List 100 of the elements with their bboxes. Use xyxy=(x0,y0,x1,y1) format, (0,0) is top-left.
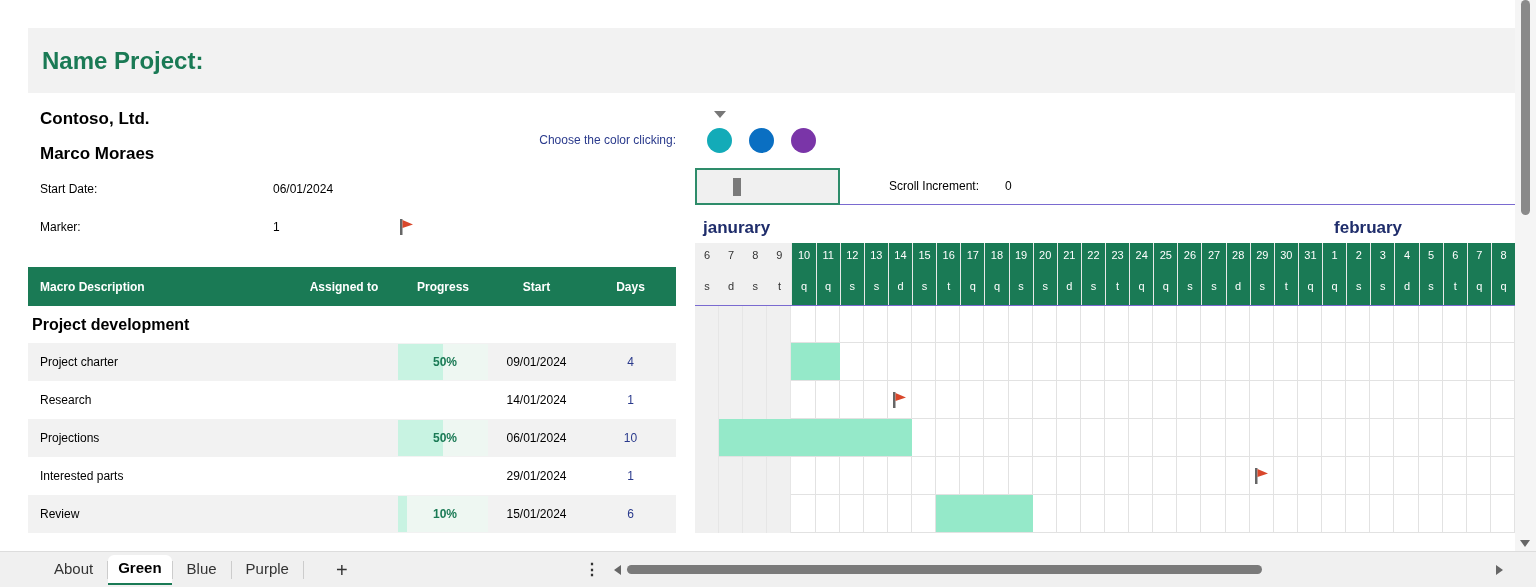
color-swatch[interactable] xyxy=(791,128,816,153)
section-title: Project development xyxy=(31,314,190,335)
weekday-letter: q xyxy=(993,279,1000,295)
start-date: 14/01/2024 xyxy=(505,392,568,409)
day-number: 24 xyxy=(1135,248,1148,264)
color-picker-label: Choose the color clicking: xyxy=(539,132,676,149)
start-date: 15/01/2024 xyxy=(505,506,568,523)
weekday-letter: s xyxy=(1259,279,1265,295)
field-label: Marker: xyxy=(40,219,82,236)
field-label: Start Date: xyxy=(40,181,99,198)
day-number: 20 xyxy=(1039,248,1052,264)
duration-days: 1 xyxy=(585,391,676,409)
day-number: 5 xyxy=(1428,248,1435,264)
weekday-letter: s xyxy=(1211,279,1217,295)
weekday-letter: q xyxy=(1138,279,1145,295)
day-number: 14 xyxy=(894,248,907,264)
task-name: Interested parts xyxy=(39,468,125,485)
more-options-button[interactable]: ⋮ xyxy=(583,557,600,582)
day-number: 2 xyxy=(1355,248,1362,264)
day-number: 8 xyxy=(1500,248,1507,264)
weekday-letter: s xyxy=(1187,279,1193,295)
project-title: Name Project: xyxy=(42,45,204,76)
day-number: 13 xyxy=(870,248,883,264)
day-number: 8 xyxy=(752,248,759,264)
weekday-letter: s xyxy=(1428,279,1434,295)
start-date: 09/01/2024 xyxy=(505,354,568,371)
weekday-letter: d xyxy=(1235,279,1242,295)
color-swatch[interactable] xyxy=(707,128,732,153)
scroll-control[interactable] xyxy=(695,167,840,205)
column-header: Progress xyxy=(416,278,470,296)
day-number: 28 xyxy=(1232,248,1245,264)
weekday-letter: s xyxy=(704,279,710,295)
day-number: 6 xyxy=(1452,248,1459,264)
progress-value: 10% xyxy=(432,506,457,523)
weekday-letter: d xyxy=(1066,279,1073,295)
duration-days: 1 xyxy=(585,467,676,485)
weekday-letter: d xyxy=(1403,279,1410,295)
day-number: 22 xyxy=(1087,248,1100,264)
scroll-increment-value: 0 xyxy=(1005,178,1012,195)
weekday-letter: q xyxy=(1162,279,1169,295)
duration-days: 4 xyxy=(585,353,676,371)
day-number: 30 xyxy=(1280,248,1293,264)
weekday-letter: s xyxy=(1090,279,1097,295)
flag-icon xyxy=(892,391,907,408)
sheet-tab[interactable]: Green xyxy=(108,554,172,585)
scrollbar-thumb[interactable] xyxy=(1521,0,1530,215)
task-name: Research xyxy=(39,392,93,409)
sheet-tab[interactable]: Blue xyxy=(172,554,231,585)
weekday-letter: d xyxy=(728,279,735,295)
weekday-letter: q xyxy=(1307,279,1314,295)
weekday-letter: t xyxy=(1453,279,1457,295)
day-number: 15 xyxy=(918,248,931,264)
day-number: 18 xyxy=(990,248,1004,264)
task-name: Review xyxy=(39,506,81,523)
day-number: 17 xyxy=(966,248,979,264)
day-number: 25 xyxy=(1159,248,1172,264)
weekday-letter: s xyxy=(752,279,759,295)
scroll-left-icon[interactable] xyxy=(613,564,621,575)
day-number: 23 xyxy=(1111,248,1124,264)
weekday-letter: q xyxy=(969,279,976,295)
sheet-tab[interactable]: Purple xyxy=(231,554,303,585)
weekday-letter: d xyxy=(897,279,904,295)
weekday-letter: t xyxy=(947,279,951,295)
weekday-letter: q xyxy=(800,279,808,295)
column-header: Days xyxy=(615,278,646,296)
day-number: 7 xyxy=(1476,248,1483,264)
person-name: Marco Moraes xyxy=(40,143,155,165)
day-number: 26 xyxy=(1183,248,1197,264)
weekday-letter: t xyxy=(1116,279,1120,295)
weekday-letter: q xyxy=(1500,279,1507,295)
day-number: 7 xyxy=(728,248,735,264)
day-number: 27 xyxy=(1207,248,1221,264)
weekday-letter: s xyxy=(921,279,928,295)
color-swatch[interactable] xyxy=(749,128,774,153)
scroll-down-icon[interactable] xyxy=(1520,540,1530,547)
scrollbar-thumb[interactable] xyxy=(626,565,1262,574)
month-label: february xyxy=(1333,216,1404,239)
scroll-thumb[interactable] xyxy=(732,177,741,196)
day-number: 3 xyxy=(1379,248,1386,264)
day-number: 10 xyxy=(797,248,811,264)
vertical-scrollbar[interactable] xyxy=(1515,0,1536,551)
weekday-letter: s xyxy=(1380,279,1386,295)
weekday-letter: s xyxy=(873,279,880,295)
weekday-letter: s xyxy=(849,279,855,295)
task-name: Project charter xyxy=(39,354,120,371)
company-name: Contoso, Ltd. xyxy=(40,107,150,130)
column-header: Start xyxy=(521,278,552,296)
duration-days: 6 xyxy=(585,505,676,523)
start-date: 29/01/2024 xyxy=(505,468,568,485)
add-sheet-button[interactable]: + xyxy=(335,554,348,585)
day-number: 11 xyxy=(822,248,834,264)
sheet-tab[interactable]: About xyxy=(40,554,108,585)
weekday-letter: s xyxy=(1042,279,1048,295)
column-header: Assigned to xyxy=(308,278,380,296)
weekday-letter: t xyxy=(1284,279,1288,295)
field-value: 06/01/2024 xyxy=(273,181,335,198)
scroll-right-icon[interactable] xyxy=(1495,564,1503,575)
day-number: 31 xyxy=(1304,248,1317,264)
progress-value: 50% xyxy=(432,354,457,371)
flag-icon xyxy=(400,219,414,235)
